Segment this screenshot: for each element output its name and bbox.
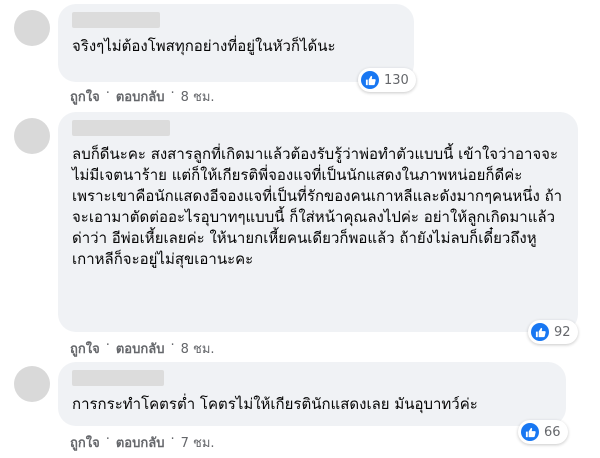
reply-button[interactable]: ตอบกลับ: [116, 432, 165, 453]
reaction-count-badge[interactable]: 130: [358, 68, 416, 92]
separator-dot: ·: [105, 432, 110, 447]
comment-bubble: ลบก็ดีนะคะ สงสารลูกที่เกิดมาแล้วต้องรับร…: [58, 112, 578, 332]
reaction-count: 130: [384, 72, 409, 88]
avatar[interactable]: [14, 366, 50, 402]
separator-dot: ·: [170, 432, 175, 447]
reaction-count-badge[interactable]: 92: [528, 320, 578, 344]
reply-button[interactable]: ตอบกลับ: [116, 338, 165, 359]
separator-dot: ·: [105, 86, 110, 101]
reaction-count: 66: [544, 424, 561, 440]
reply-button[interactable]: ตอบกลับ: [116, 86, 165, 107]
comment-text: การกระทำโคตรต่ำ โคตรไม่ให้เกียรตินักแสดง…: [72, 395, 478, 413]
comment-bubble: จริงๆไม่ต้องโพสทุกอย่างที่อยู่ในหัวก็ได้…: [58, 4, 414, 82]
like-button[interactable]: ถูกใจ: [70, 432, 100, 453]
like-thumb-icon: [361, 71, 379, 89]
comment-bubble: การกระทำโคตรต่ำ โคตรไม่ให้เกียรตินักแสดง…: [58, 362, 566, 426]
comment-text: ลบก็ดีนะคะ สงสารลูกที่เกิดมาแล้วต้องรับร…: [72, 145, 563, 268]
commenter-name-redacted[interactable]: [72, 120, 170, 136]
like-button[interactable]: ถูกใจ: [70, 86, 100, 107]
commenter-name-redacted[interactable]: [72, 12, 160, 28]
timestamp[interactable]: 8 ชม.: [181, 86, 215, 107]
commenter-name-redacted[interactable]: [72, 370, 164, 386]
reaction-count: 92: [554, 324, 571, 340]
like-thumb-icon: [521, 423, 539, 441]
avatar[interactable]: [14, 118, 50, 154]
comment-actions: ถูกใจ · ตอบกลับ · 8 ชม.: [70, 338, 215, 359]
timestamp[interactable]: 8 ชม.: [181, 338, 215, 359]
reaction-count-badge[interactable]: 66: [518, 420, 568, 444]
comment-actions: ถูกใจ · ตอบกลับ · 7 ชม.: [70, 432, 215, 453]
like-thumb-icon: [531, 323, 549, 341]
avatar[interactable]: [14, 10, 50, 46]
comment-actions: ถูกใจ · ตอบกลับ · 8 ชม.: [70, 86, 215, 107]
timestamp[interactable]: 7 ชม.: [181, 432, 215, 453]
separator-dot: ·: [105, 338, 110, 353]
like-button[interactable]: ถูกใจ: [70, 338, 100, 359]
comment-text: จริงๆไม่ต้องโพสทุกอย่างที่อยู่ในหัวก็ได้…: [72, 37, 336, 55]
separator-dot: ·: [170, 338, 175, 353]
separator-dot: ·: [170, 86, 175, 101]
